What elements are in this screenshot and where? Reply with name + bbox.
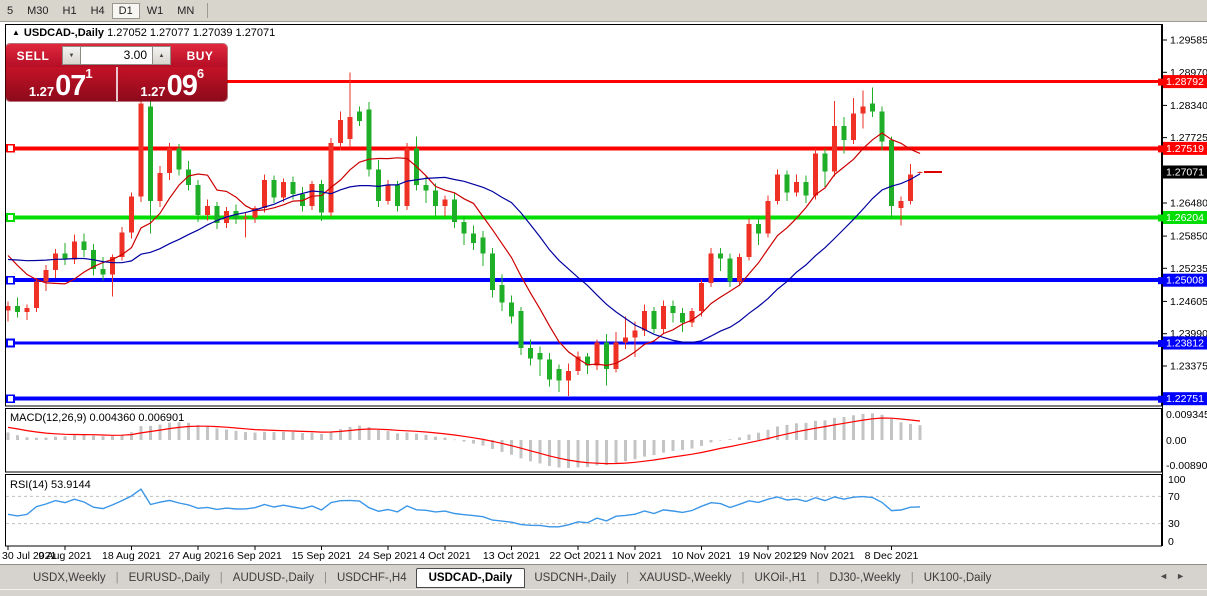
tab-usdchf-h4[interactable]: USDCHF-,H4 [328,569,416,587]
svg-text:1.26480: 1.26480 [1170,198,1207,210]
timeframe-button-m30[interactable]: M30 [20,3,55,19]
tab-separator: | [741,571,745,584]
svg-text:6 Sep 2021: 6 Sep 2021 [228,550,282,562]
tab-eurusd-daily[interactable]: EURUSD-,Daily [120,569,219,587]
sell-button[interactable]: SELL [6,44,60,67]
buy-price-prefix: 1.27 [140,84,166,99]
svg-text:-0.008902: -0.008902 [1166,460,1207,472]
buy-price-big: 09 [166,70,198,101]
svg-text:18 Aug 2021: 18 Aug 2021 [102,550,161,562]
svg-text:15 Sep 2021: 15 Sep 2021 [292,550,352,562]
tab-xauusd-weekly[interactable]: XAUUSD-,Weekly [630,569,740,587]
volume-input[interactable]: 3.00 [81,46,152,65]
rsi-label: RSI(14) 53.9144 [10,479,91,491]
tab-scroll-arrows: ◄► [1159,571,1193,581]
tab-ukoil-h1[interactable]: UKOil-,H1 [746,569,816,587]
tab-separator: | [626,571,630,584]
svg-text:1.27071: 1.27071 [1166,167,1204,179]
svg-text:70: 70 [1168,491,1180,503]
svg-text:1.25850: 1.25850 [1170,231,1207,243]
svg-text:1.28340: 1.28340 [1170,100,1207,112]
sell-price-prefix: 1.27 [28,84,55,99]
svg-text:0.00: 0.00 [1166,435,1187,447]
svg-text:27 Aug 2021: 27 Aug 2021 [169,550,228,562]
svg-text:100: 100 [1168,474,1186,486]
svg-text:24 Sep 2021: 24 Sep 2021 [358,550,418,562]
macd-label: MACD(12,26,9) 0.004360 0.006901 [10,412,184,424]
main-price-panel [5,24,1163,547]
price-chart-canvas[interactable]: MACD(12,26,9) 0.004360 0.006901 RSI(14) 5… [0,22,1207,564]
tab-separator: | [323,571,327,584]
timeframe-button-h1[interactable]: H1 [56,3,84,19]
tab-scroll-right-icon[interactable]: ► [1176,571,1193,581]
timeframe-button-5[interactable]: 5 [0,3,20,19]
svg-text:1.27519: 1.27519 [1166,143,1204,155]
chart-ohlc-readout: 1.27052 1.27077 1.27039 1.27071 [107,27,276,39]
svg-text:1.24605: 1.24605 [1170,296,1207,308]
svg-text:1.29585: 1.29585 [1170,35,1207,47]
status-strip [0,589,1207,596]
volume-increase-button[interactable]: ▲ [152,46,171,65]
svg-text:1.23375: 1.23375 [1170,361,1207,373]
svg-text:4 Oct 2021: 4 Oct 2021 [419,550,471,562]
tab-usdx-weekly[interactable]: USDX,Weekly [24,569,115,587]
timeframe-button-w1[interactable]: W1 [140,3,171,19]
toolbar-separator [207,3,209,18]
chevron-down-icon: ▼ [68,52,75,59]
svg-text:19 Nov 2021: 19 Nov 2021 [738,550,798,562]
svg-text:8 Dec 2021: 8 Dec 2021 [865,550,919,562]
svg-text:30: 30 [1168,518,1180,530]
one-click-trade-panel: SELL ▼ 3.00 ▲ BUY 1.27 07 1 1.27 09 6 [6,44,227,101]
svg-text:13 Oct 2021: 13 Oct 2021 [483,550,540,562]
tab-usdcad-daily[interactable]: USDCAD-,Daily [415,567,526,588]
timeframe-toolbar: 5 M30 H1 H4 D1 W1 MN [0,0,1207,22]
svg-text:0.009345: 0.009345 [1166,409,1207,421]
tab-separator: | [219,571,223,584]
timeframe-button-mn[interactable]: MN [170,3,201,19]
svg-text:10 Nov 2021: 10 Nov 2021 [672,550,732,562]
chart-symbol-label: USDCAD-,Daily [23,27,104,39]
svg-text:1.28792: 1.28792 [1166,76,1204,88]
svg-text:9 Aug 2021: 9 Aug 2021 [38,550,91,562]
timeframe-button-d1[interactable]: D1 [111,3,140,19]
volume-decrease-button[interactable]: ▼ [62,46,81,65]
chevron-up-icon: ▲ [158,52,165,59]
tab-dj30-weekly[interactable]: DJ30-,Weekly [820,569,909,587]
svg-text:1.25235: 1.25235 [1170,263,1207,275]
buy-price-display[interactable]: 1.27 09 6 [117,66,227,101]
chart-area[interactable]: MACD(12,26,9) 0.004360 0.006901 RSI(14) 5… [0,22,1207,564]
tab-usdcnh-daily[interactable]: USDCNH-,Daily [525,569,625,587]
buy-price-pip: 6 [196,66,205,81]
tab-separator: | [816,571,820,584]
volume-spinner: ▼ 3.00 ▲ [60,44,173,67]
svg-text:1.26204: 1.26204 [1166,212,1204,224]
svg-text:29 Nov 2021: 29 Nov 2021 [795,550,855,562]
svg-text:22 Oct 2021: 22 Oct 2021 [549,550,606,562]
svg-text:1 Nov 2021: 1 Nov 2021 [608,550,662,562]
sell-price-display[interactable]: 1.27 07 1 [6,67,118,101]
buy-button[interactable]: BUY [173,44,227,67]
sell-price-big: 07 [55,70,86,101]
svg-text:1.25008: 1.25008 [1166,275,1204,287]
collapse-arrow-icon[interactable]: ▲ [12,28,20,37]
tab-audusd-daily[interactable]: AUDUSD-,Daily [224,569,323,587]
chart-title: ▲ USDCAD-,Daily 1.27052 1.27077 1.27039 1… [12,27,275,39]
trading-platform-window: 5 M30 H1 H4 D1 W1 MN MACD(12,26,9) 0.004360 0.… [0,0,1207,596]
tab-separator: | [115,571,119,584]
svg-text:0: 0 [1168,536,1174,548]
tab-uk100-daily[interactable]: UK100-,Daily [915,569,1001,587]
svg-text:1.22751: 1.22751 [1166,393,1204,405]
timeframe-button-h4[interactable]: H4 [84,3,112,19]
symbol-tab-bar: USDX,Weekly | EURUSD-,Daily | AUDUSD-,Daily |… [0,564,1207,590]
sell-price-pip: 1 [85,66,93,81]
tab-scroll-left-icon[interactable]: ◄ [1159,571,1176,581]
svg-text:1.23812: 1.23812 [1166,338,1204,350]
tab-separator: | [910,571,914,584]
